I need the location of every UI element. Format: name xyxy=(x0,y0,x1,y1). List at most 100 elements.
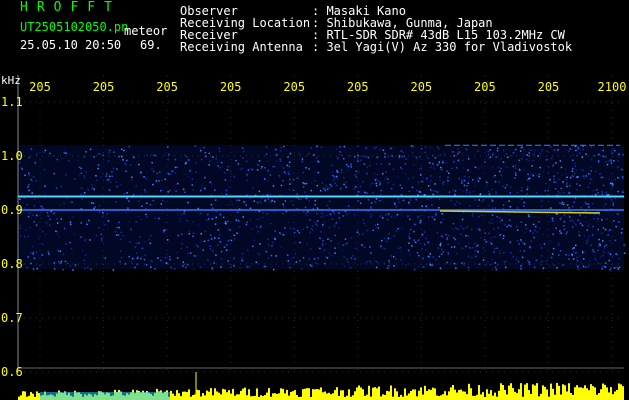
noise-speckle xyxy=(409,254,411,257)
noise-speckle xyxy=(584,251,586,254)
histogram-bar xyxy=(280,388,282,400)
noise-speckle xyxy=(91,202,93,204)
noise-speckle xyxy=(566,185,568,188)
histogram-bar xyxy=(288,395,290,400)
histogram-bar xyxy=(396,391,398,400)
noise-speckle xyxy=(560,187,563,190)
noise-speckle xyxy=(429,146,432,149)
noise-speckle xyxy=(343,256,345,258)
noise-speckle xyxy=(528,215,530,218)
noise-speckle xyxy=(513,149,516,151)
noise-speckle xyxy=(521,187,523,189)
noise-speckle xyxy=(489,241,491,244)
noise-speckle xyxy=(292,204,295,206)
noise-speckle xyxy=(608,259,610,262)
histogram-bar xyxy=(286,389,288,400)
x-tick-label: 205 xyxy=(538,80,560,94)
x-tick-label: 205 xyxy=(156,80,178,94)
noise-speckle xyxy=(623,245,626,247)
noise-speckle xyxy=(186,219,188,222)
noise-speckle xyxy=(463,262,466,264)
noise-speckle xyxy=(526,188,529,191)
noise-speckle xyxy=(491,200,494,202)
noise-speckle xyxy=(181,233,183,236)
noise-speckle xyxy=(120,256,123,259)
noise-speckle xyxy=(257,164,259,166)
noise-speckle xyxy=(579,222,582,225)
noise-speckle xyxy=(415,198,417,201)
noise-speckle xyxy=(258,190,261,193)
noise-speckle xyxy=(344,265,346,267)
noise-speckle xyxy=(491,188,493,191)
noise-speckle xyxy=(612,204,615,206)
noise-speckle xyxy=(119,238,122,241)
noise-speckle xyxy=(614,178,616,181)
noise-speckle xyxy=(29,226,31,229)
histogram-bar xyxy=(568,383,570,400)
noise-speckle xyxy=(218,234,221,236)
noise-speckle xyxy=(435,190,437,193)
histogram-bar xyxy=(178,393,180,400)
noise-speckle xyxy=(334,247,336,249)
noise-speckle xyxy=(156,175,158,178)
noise-speckle xyxy=(152,170,155,173)
noise-speckle xyxy=(520,198,523,200)
noise-speckle xyxy=(205,155,207,158)
noise-speckle xyxy=(174,172,177,174)
noise-speckle xyxy=(456,228,458,230)
noise-speckle xyxy=(41,230,44,233)
noise-speckle xyxy=(471,256,473,259)
noise-speckle xyxy=(602,184,605,187)
noise-speckle xyxy=(602,255,604,257)
noise-speckle xyxy=(366,261,368,263)
noise-speckle xyxy=(534,229,536,232)
noise-speckle xyxy=(272,166,274,168)
noise-speckle xyxy=(504,267,507,270)
noise-speckle xyxy=(516,257,518,259)
noise-speckle xyxy=(263,265,265,268)
noise-speckle xyxy=(106,224,109,227)
histogram-bar xyxy=(318,389,320,400)
noise-speckle xyxy=(470,228,473,231)
noise-speckle xyxy=(506,166,509,169)
noise-speckle xyxy=(85,151,87,153)
x-tick-label: 205 xyxy=(347,80,369,94)
noise-speckle xyxy=(438,207,440,209)
noise-speckle xyxy=(324,243,327,245)
histogram-bar xyxy=(320,387,322,400)
noise-speckle xyxy=(280,184,283,187)
noise-speckle xyxy=(578,231,580,233)
noise-speckle xyxy=(409,199,412,201)
noise-speckle xyxy=(599,256,602,258)
noise-speckle xyxy=(575,252,577,254)
noise-speckle xyxy=(255,261,258,263)
histogram-bar xyxy=(594,387,596,400)
noise-speckle xyxy=(520,268,522,270)
noise-speckle xyxy=(466,226,468,229)
noise-speckle xyxy=(387,267,389,269)
noise-speckle xyxy=(622,154,624,156)
noise-speckle xyxy=(527,214,530,216)
noise-speckle xyxy=(218,150,221,153)
histogram-bar xyxy=(170,390,172,400)
noise-speckle xyxy=(119,260,121,263)
noise-speckle xyxy=(370,262,372,264)
noise-speckle xyxy=(235,219,238,221)
noise-speckle xyxy=(535,225,537,228)
histogram-bar xyxy=(264,395,266,400)
noise-speckle xyxy=(338,212,340,214)
noise-speckle xyxy=(80,167,82,170)
noise-speckle xyxy=(607,234,609,236)
noise-speckle xyxy=(533,236,535,239)
noise-speckle xyxy=(373,173,376,175)
histogram-bar xyxy=(296,395,298,400)
x-tick-label: 205 xyxy=(474,80,496,94)
noise-speckle xyxy=(378,246,381,249)
noise-speckle xyxy=(549,240,551,242)
noise-speckle xyxy=(384,152,386,155)
noise-speckle xyxy=(317,257,319,259)
noise-speckle xyxy=(412,176,414,179)
noise-speckle xyxy=(307,153,310,155)
noise-speckle xyxy=(138,200,140,202)
noise-speckle xyxy=(493,236,496,238)
